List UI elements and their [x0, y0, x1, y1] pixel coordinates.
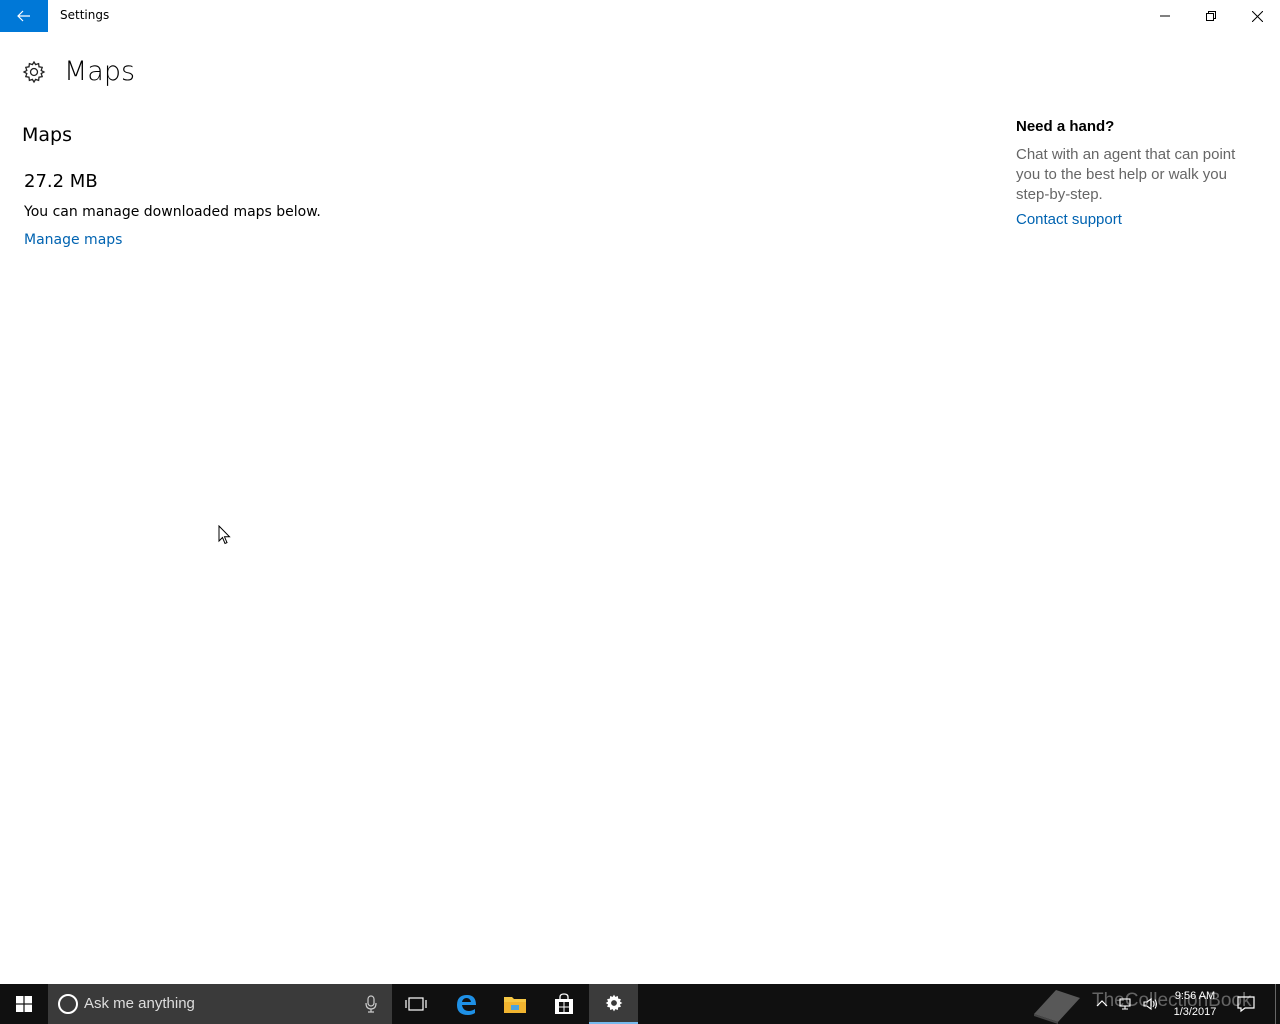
gear-icon: [22, 60, 46, 84]
store-button[interactable]: [540, 984, 588, 1024]
mouse-cursor-icon: [218, 525, 231, 545]
minimize-icon: [1160, 15, 1170, 17]
page-title: Maps: [64, 56, 136, 87]
storage-size: 27.2 MB: [24, 171, 98, 192]
volume-icon[interactable]: [1142, 996, 1158, 1012]
task-view-button[interactable]: [392, 984, 440, 1024]
cortana-icon: [58, 994, 78, 1014]
back-arrow-icon: [17, 10, 30, 22]
settings-taskbar-button[interactable]: [589, 984, 638, 1024]
maps-description: You can manage downloaded maps below.: [24, 204, 321, 220]
task-view-icon: [405, 997, 427, 1011]
section-title: Maps: [22, 124, 72, 146]
windows-start-icon: [16, 996, 32, 1012]
settings-gear-icon: [605, 994, 622, 1012]
network-icon[interactable]: [1118, 996, 1134, 1012]
chevron-up-icon[interactable]: [1094, 996, 1110, 1012]
help-panel: Need a hand? Chat with an agent that can…: [1016, 118, 1256, 228]
help-title: Need a hand?: [1016, 118, 1115, 135]
edge-button[interactable]: [442, 984, 490, 1024]
action-center-icon[interactable]: [1236, 994, 1256, 1014]
manage-maps-link[interactable]: Manage maps: [24, 232, 122, 248]
restore-button[interactable]: [1188, 0, 1234, 32]
search-box[interactable]: Ask me anything: [48, 984, 392, 1024]
file-explorer-icon: [504, 997, 526, 1013]
close-button[interactable]: [1234, 0, 1280, 32]
book-icon: [1034, 990, 1080, 1024]
start-button[interactable]: [0, 984, 48, 1024]
minimize-button[interactable]: [1142, 0, 1188, 32]
contact-support-link[interactable]: Contact support: [1016, 211, 1256, 228]
store-icon: [555, 993, 573, 1014]
back-button[interactable]: [0, 0, 48, 32]
title-bar: Settings: [0, 0, 1280, 32]
window-title: Settings: [60, 8, 110, 22]
restore-icon: [1206, 11, 1216, 21]
edge-icon: [457, 995, 476, 1015]
clock[interactable]: 9:56 AM 1/3/2017: [1168, 988, 1222, 1020]
search-placeholder: Ask me anything: [84, 995, 195, 1012]
clock-time: 9:56 AM: [1174, 990, 1216, 1002]
close-icon: [1251, 10, 1263, 22]
help-text: Chat with an agent that can point you to…: [1016, 146, 1236, 203]
microphone-icon[interactable]: [364, 994, 378, 1014]
show-desktop-button[interactable]: [1275, 984, 1276, 1024]
clock-date: 1/3/2017: [1173, 1006, 1217, 1018]
file-explorer-button[interactable]: [491, 984, 539, 1024]
